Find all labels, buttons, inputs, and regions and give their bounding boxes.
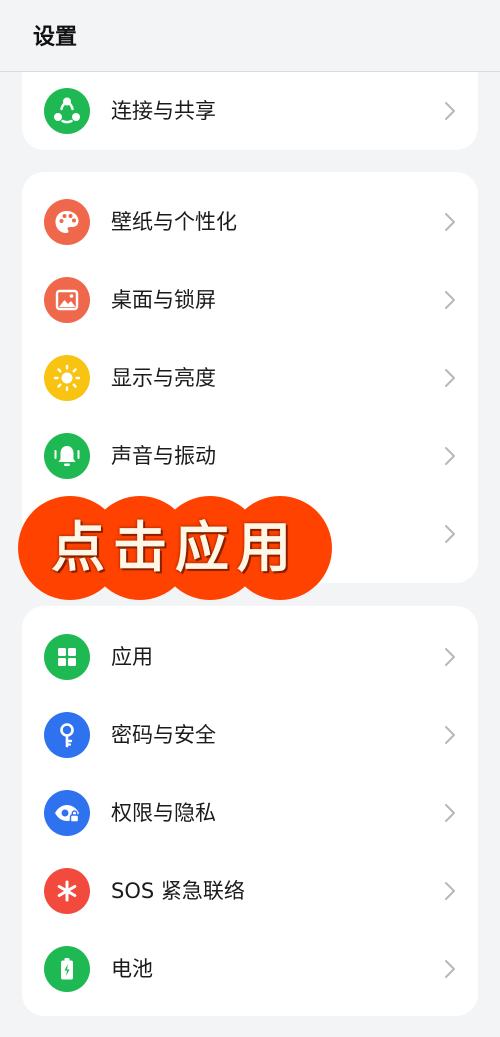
settings-item-battery[interactable]: 电池 — [22, 930, 478, 1008]
chevron-right-icon — [443, 100, 457, 122]
settings-item-label: 桌面与锁屏 — [111, 288, 216, 312]
settings-item-label: 应用 — [111, 645, 153, 669]
eye-lock-icon — [44, 790, 90, 836]
chevron-right-icon — [443, 880, 457, 902]
chevron-right-icon — [443, 211, 457, 233]
image-icon — [44, 277, 90, 323]
bell-icon — [44, 433, 90, 479]
chevron-right-icon — [443, 724, 457, 746]
settings-item-display-brightness[interactable]: 显示与亮度 — [22, 339, 478, 417]
battery-icon — [44, 946, 90, 992]
settings-item-apps[interactable]: 应用 — [22, 618, 478, 696]
settings-group-system: 应用 密码与安全 权限与隐私 SOS 紧急联络 电池 — [22, 606, 478, 1016]
chevron-right-icon — [443, 445, 457, 467]
annotation-text: 点击应用 — [51, 515, 299, 579]
chevron-right-icon — [443, 367, 457, 389]
chevron-right-icon — [443, 802, 457, 824]
asterisk-icon — [44, 868, 90, 914]
share-nodes-icon — [44, 88, 90, 134]
chevron-right-icon — [443, 523, 457, 545]
app-header: 设置 — [0, 0, 500, 72]
grid-icon — [44, 634, 90, 680]
palette-icon — [44, 199, 90, 245]
settings-item-label: SOS 紧急联络 — [111, 879, 245, 903]
settings-item-label: 权限与隐私 — [111, 801, 216, 825]
settings-item-label: 密码与安全 — [111, 723, 216, 747]
settings-item-sos-emergency[interactable]: SOS 紧急联络 — [22, 852, 478, 930]
chevron-right-icon — [443, 289, 457, 311]
settings-group-connectivity: 连接与共享 — [22, 72, 478, 150]
settings-item-wallpaper-personalization[interactable]: 壁纸与个性化 — [22, 183, 478, 261]
key-icon — [44, 712, 90, 758]
tap-apps-annotation: 点击应用 — [18, 496, 332, 600]
settings-item-label: 电池 — [111, 957, 153, 981]
chevron-right-icon — [443, 646, 457, 668]
settings-item-label: 连接与共享 — [111, 99, 216, 123]
page-title: 设置 — [33, 25, 78, 50]
settings-item-sound-vibration[interactable]: 声音与振动 — [22, 417, 478, 495]
settings-item-connection-sharing[interactable]: 连接与共享 — [22, 72, 478, 150]
settings-item-label: 声音与振动 — [111, 444, 216, 468]
settings-item-label: 显示与亮度 — [111, 366, 216, 390]
settings-item-password-security[interactable]: 密码与安全 — [22, 696, 478, 774]
chevron-right-icon — [443, 958, 457, 980]
sun-icon — [44, 355, 90, 401]
settings-item-permissions-privacy[interactable]: 权限与隐私 — [22, 774, 478, 852]
settings-item-desktop-lockscreen[interactable]: 桌面与锁屏 — [22, 261, 478, 339]
settings-item-label: 壁纸与个性化 — [111, 210, 237, 234]
